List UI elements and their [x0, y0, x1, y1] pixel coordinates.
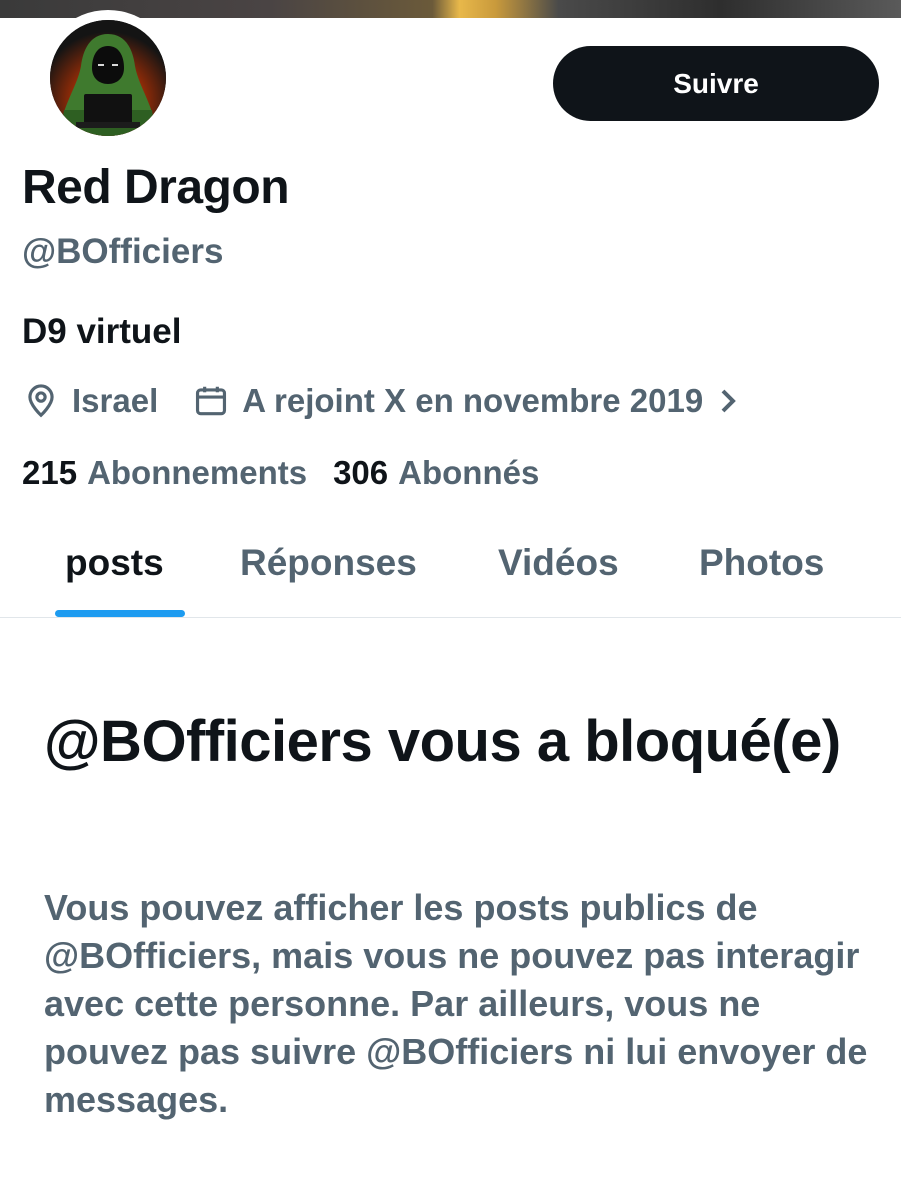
blocked-message: Vous pouvez afficher les posts publics d…	[44, 887, 868, 1120]
avatar-hooded-figure-image	[50, 20, 166, 136]
display-name: Red Dragon	[22, 161, 290, 214]
profile-bio: D9 virtuel	[22, 312, 182, 351]
profile-location: Israel	[72, 382, 159, 419]
following-count[interactable]: 215	[22, 454, 77, 492]
profile-tabs: posts Réponses Vidéos Photos	[0, 530, 901, 618]
profile-stats: 215 Abonnements 306 Abonnés	[22, 450, 539, 496]
active-tab-indicator	[55, 610, 185, 617]
blocked-title: @BOfficiers vous a bloqué(e)	[44, 709, 841, 774]
avatar[interactable]	[40, 10, 176, 146]
followers-count[interactable]: 306	[333, 454, 388, 492]
location-pin-icon	[22, 382, 60, 420]
follow-button[interactable]: Suivre	[553, 46, 879, 121]
profile-handle: @BOfficiers	[22, 232, 224, 271]
profile-joined-date[interactable]: A rejoint X en novembre 2019	[242, 382, 703, 420]
followers-label[interactable]: Abonnés	[398, 454, 539, 492]
tab-photos[interactable]: Photos	[699, 542, 824, 584]
chevron-right-icon[interactable]	[717, 386, 739, 416]
tab-replies[interactable]: Réponses	[240, 542, 417, 584]
tab-posts[interactable]: posts	[65, 542, 164, 584]
following-label[interactable]: Abonnements	[87, 454, 307, 492]
profile-page: Suivre Red Dragon @BOfficiers D9 virtuel…	[0, 0, 901, 1200]
profile-meta: Israel A rejoint X en novembre 2019	[22, 378, 739, 424]
tab-videos[interactable]: Vidéos	[498, 542, 619, 584]
calendar-icon	[192, 382, 230, 420]
